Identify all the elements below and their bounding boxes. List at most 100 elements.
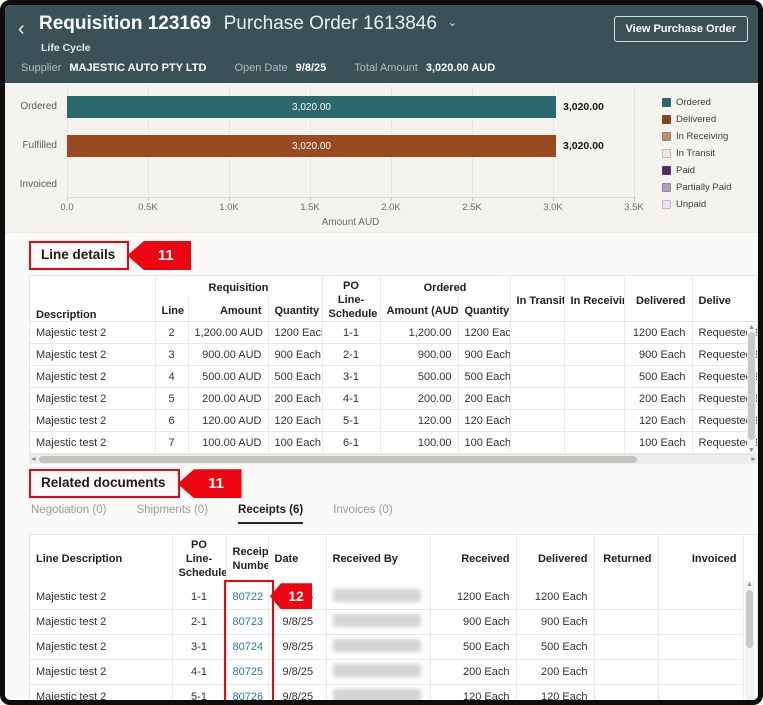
legend-label: Ordered: [676, 97, 711, 108]
receipt-number-link[interactable]: 80723: [233, 616, 264, 628]
receipt-number-link[interactable]: 80722: [233, 591, 264, 603]
back-icon[interactable]: ‹: [18, 19, 25, 39]
cell-line-description: Majestic test 2: [30, 659, 172, 684]
line-details-horizontal-scrollbar[interactable]: ◄ ►: [29, 455, 758, 464]
tab-negotiation[interactable]: Negotiation (0): [31, 504, 106, 522]
cell-ordered-quantity: 500 Each: [458, 366, 510, 388]
chevron-down-icon[interactable]: ⌄: [447, 15, 457, 29]
cell-received: 1200 Each: [430, 585, 516, 610]
cell-delivered: 120 Each: [516, 684, 594, 705]
cell-delivered: 200 Each: [624, 388, 692, 410]
cell-date: 9/8/25: [268, 659, 326, 684]
receipt-number-link[interactable]: 80724: [233, 641, 264, 653]
line-details-table-wrap: Description Requisition PO Line-Schedule…: [29, 275, 758, 455]
scroll-down-icon[interactable]: ▼: [748, 446, 755, 455]
cell-quantity: 100 Each: [268, 432, 322, 454]
page-header: ‹ Requisition 123169 Purchase Order 1613…: [5, 5, 758, 83]
scroll-up-icon[interactable]: ▲: [746, 580, 753, 589]
x-tick-label: 0.0: [45, 202, 89, 213]
cell-date: 9/8/25: [268, 609, 326, 634]
total-amount-value: 3,020.00 AUD: [426, 62, 495, 74]
legend-item: Delivered: [662, 111, 752, 128]
receipt-number-link[interactable]: 80726: [233, 691, 264, 703]
scroll-left-icon[interactable]: ◄: [30, 455, 37, 464]
cell-po-line-schedule: 2-1: [322, 344, 380, 366]
col-po-line-schedule: PO Line-Schedule: [322, 276, 380, 322]
col-ordered-amount: Amount (AUD): [380, 297, 458, 322]
cell-description: Majestic test 2: [30, 366, 155, 388]
legend-label: In Receiving: [676, 131, 728, 142]
col-ordered-quantity: Quantity: [458, 297, 510, 322]
cell-ordered-amount: 1,200.00: [380, 322, 458, 344]
cell-line-description: Majestic test 2: [30, 585, 172, 610]
cell-description: Majestic test 2: [30, 432, 155, 454]
cell-description: Majestic test 2: [30, 322, 155, 344]
cell-date: 9/8/25: [268, 634, 326, 659]
received-by-redacted-blur: [333, 664, 421, 677]
cell-ordered-amount: 500.00: [380, 366, 458, 388]
bar-end-value-label: 3,020.00: [563, 135, 604, 157]
legend-swatch: [662, 183, 671, 192]
cell-po-line-schedule: 5-1: [322, 410, 380, 432]
cell-in-transit: [510, 410, 564, 432]
legend-item: Partially Paid: [662, 179, 752, 196]
tab-shipments[interactable]: Shipments (0): [136, 504, 208, 522]
cell-line-description: Majestic test 2: [30, 609, 172, 634]
line-details-vertical-scrollbar[interactable]: ▲ ▼: [747, 324, 756, 454]
cell-quantity: 1200 Each: [268, 322, 322, 344]
col-line: Line: [155, 297, 188, 322]
scroll-up-icon[interactable]: ▲: [748, 323, 755, 332]
cell-delivered: 500 Each: [624, 366, 692, 388]
table-row: Majestic test 2 1-1 80722 9/8/25 1200 Ea…: [30, 585, 743, 610]
cell-delivered: 1200 Each: [624, 322, 692, 344]
cell-po-line-schedule: 6-1: [322, 432, 380, 454]
cell-received: 200 Each: [430, 659, 516, 684]
col-in-transit: In Transit: [510, 276, 564, 322]
cell-invoiced: [658, 684, 743, 705]
cell-in-transit: [510, 388, 564, 410]
tab-receipts[interactable]: Receipts (6): [238, 504, 303, 524]
legend-item: Unpaid: [662, 196, 752, 213]
receipts-vertical-scrollbar[interactable]: ▲ ▼: [745, 581, 754, 705]
cell-delivered: 1200 Each: [516, 585, 594, 610]
cell-in-transit: [510, 344, 564, 366]
bar-value-label: 3,020.00: [292, 141, 331, 152]
chart-gridline: [634, 87, 635, 197]
cell-invoiced: [658, 585, 743, 610]
tab-invoices[interactable]: Invoices (0): [333, 504, 392, 522]
cell-line: 7: [155, 432, 188, 454]
y-category-label: Invoiced: [5, 179, 57, 190]
cell-delivered: 200 Each: [516, 659, 594, 684]
received-by-redacted-blur: [333, 614, 421, 627]
purchase-order-title: Purchase Order 1613846: [224, 13, 437, 34]
col-po-line-schedule: PO Line-Schedule: [172, 535, 226, 584]
table-row: Majestic test 2 3-1 80724 9/8/25 500 Eac…: [30, 634, 743, 659]
cell-returned: [594, 609, 658, 634]
cell-line: 2: [155, 322, 188, 344]
cell-po-line-schedule: 2-1: [172, 609, 226, 634]
cell-amount: 200.00 AUD: [188, 388, 268, 410]
line-details-heading: Line details: [29, 241, 129, 270]
legend-item: In Receiving: [662, 128, 752, 145]
cell-ordered-quantity: 900 Each: [458, 344, 510, 366]
scrollbar-thumb[interactable]: [39, 456, 637, 463]
cell-description: Majestic test 2: [30, 388, 155, 410]
line-details-table: Description Requisition PO Line-Schedule…: [30, 276, 758, 454]
table-row: Majestic test 2 2 1,200.00 AUD 1200 Each…: [30, 322, 758, 344]
cell-in-receiving: [564, 388, 624, 410]
cell-in-transit: [510, 322, 564, 344]
app-window: ‹ Requisition 123169 Purchase Order 1613…: [0, 0, 763, 705]
col-description: Description: [30, 276, 155, 322]
x-tick-label: 2.0K: [369, 202, 413, 213]
cell-ordered-amount: 900.00: [380, 344, 458, 366]
receipt-number-link[interactable]: 80725: [233, 666, 264, 678]
table-row: Majestic test 2 7 100.00 AUD 100 Each 6-…: [30, 432, 758, 454]
legend-label: Partially Paid: [676, 182, 731, 193]
x-axis-line: [67, 197, 634, 198]
receipts-table-wrap: Line Description PO Line-Schedule Receip…: [29, 534, 758, 705]
table-row: Majestic test 2 3 900.00 AUD 900 Each 2-…: [30, 344, 758, 366]
bar-value-label: 3,020.00: [292, 102, 331, 113]
view-purchase-order-button[interactable]: View Purchase Order: [614, 16, 748, 42]
col-delivered: Delivered: [516, 535, 594, 584]
scroll-right-icon[interactable]: ►: [750, 455, 757, 464]
